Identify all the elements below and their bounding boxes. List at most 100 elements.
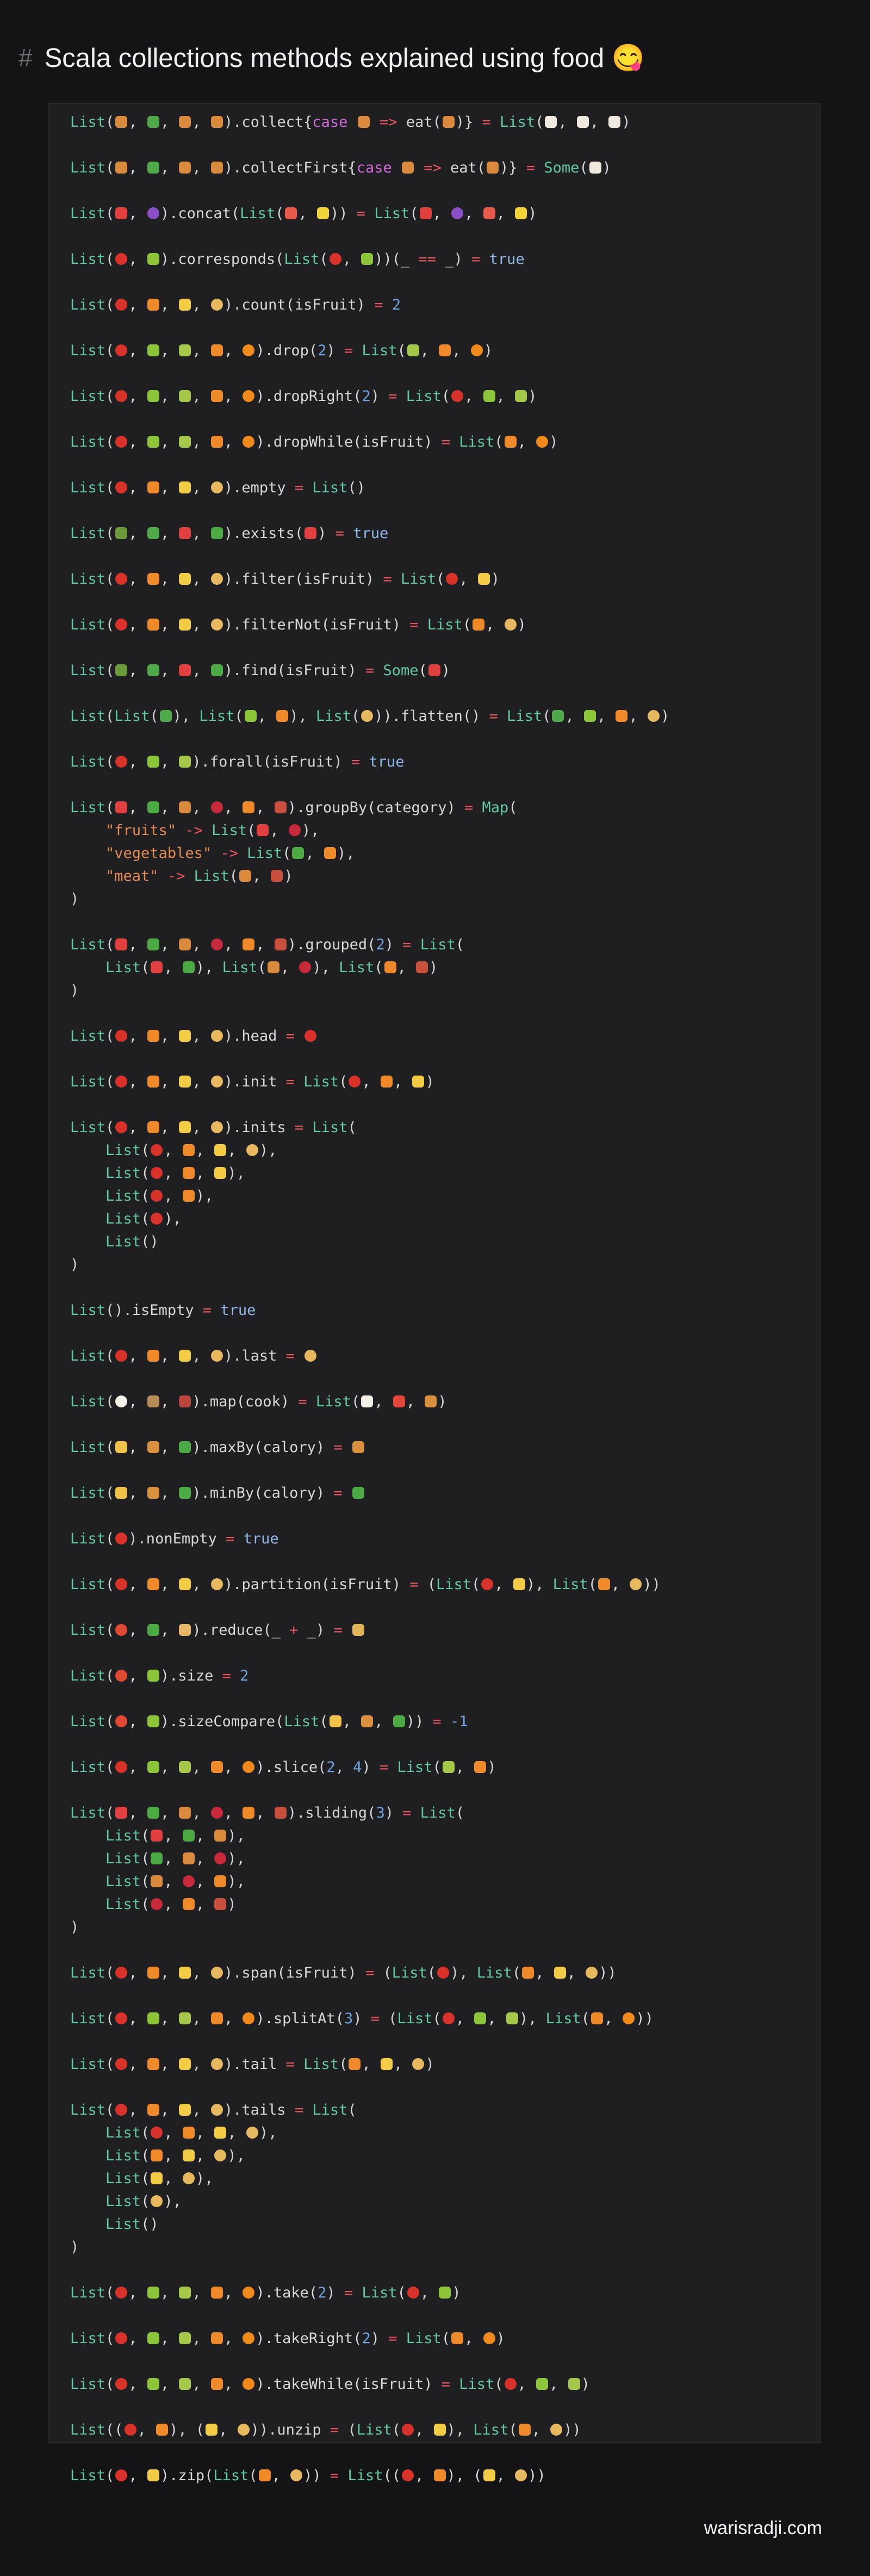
code-token: List [552, 1576, 588, 1593]
code-token: List [70, 1804, 106, 1821]
carrot-icon [210, 2332, 223, 2344]
strawberry-icon [115, 1807, 128, 1819]
code-token: ), [312, 959, 339, 976]
code-token: , [160, 1576, 178, 1593]
code-token: List [406, 387, 442, 405]
code-token: ) [425, 2055, 434, 2073]
code-token: = [365, 662, 383, 679]
code-token: = [333, 1484, 351, 1502]
code-line: List(, , ) [70, 1893, 810, 1916]
code-token: , [128, 1347, 146, 1364]
code-token: ( [105, 205, 115, 222]
code-token: 2 [362, 2330, 371, 2347]
code-token: 2 [376, 936, 385, 953]
carrot-icon [210, 2012, 223, 2024]
carrot-icon [439, 344, 451, 356]
carrot-icon [258, 2469, 271, 2481]
code-token: ) [602, 159, 611, 176]
code-token: List [70, 1027, 106, 1045]
code-token: List [315, 1393, 351, 1410]
code-token: ).partition(isFruit) [223, 1576, 410, 1593]
code-token: , [496, 205, 514, 222]
code-token: ).size [160, 1667, 222, 1684]
code-line: List(, , , , ).takeRight(2) = List(, ) [70, 2327, 810, 2350]
onion-icon [550, 2424, 563, 2436]
code-token: ) [425, 1073, 434, 1090]
code-token: List [114, 707, 150, 725]
code-token: , [252, 867, 270, 885]
code-token: , [128, 1027, 146, 1045]
code-token: ( [397, 342, 406, 359]
code-token: , [128, 479, 146, 496]
code-token: = [402, 936, 420, 953]
carrot-icon [147, 619, 159, 631]
code-line: List(List(), List(, ), List()).flatten()… [70, 705, 810, 727]
code-token: true [369, 753, 405, 770]
code-line: List(, , ).map(cook) = List(, , ) [70, 1390, 810, 1413]
code-token: List [70, 1667, 106, 1684]
code-token: , [464, 205, 482, 222]
carrot-icon [147, 299, 159, 311]
code-token: ( [471, 1576, 481, 1593]
carrot-icon [182, 1167, 195, 1179]
code-line: List(, , , ).filter(isFruit) = List(, ) [70, 567, 810, 590]
code-token: List [70, 2421, 106, 2438]
code-token: List [70, 387, 106, 405]
cheese-icon [115, 1441, 128, 1453]
pear-icon [407, 344, 419, 356]
code-token: ).empty [223, 479, 295, 496]
cucumber-icon [393, 1715, 405, 1727]
apple-icon [446, 573, 458, 585]
code-token: ), [227, 1873, 245, 1890]
code-token: ) [353, 2010, 371, 2027]
code-token: , [160, 1804, 178, 1821]
code-token: ( [494, 2375, 504, 2393]
code-token: , [420, 2284, 438, 2301]
code-token: List [400, 570, 436, 588]
code-token: ( [105, 2101, 115, 2118]
drumstick-icon [267, 961, 279, 973]
code-token: , [192, 113, 210, 131]
code-token: , [192, 2284, 210, 2301]
code-token: , [160, 616, 178, 633]
code-token: ).grouped( [287, 936, 376, 953]
code-token: , [227, 1141, 245, 1159]
code-token: List [247, 844, 283, 862]
code-token: List [70, 1438, 106, 1456]
code-token: => [414, 159, 450, 176]
code-token: List [70, 1073, 106, 1090]
code-token: , [128, 1119, 146, 1136]
code-token: = [330, 2467, 348, 2484]
onion-icon [504, 619, 517, 631]
code-token: ( [229, 867, 238, 885]
orange-icon [243, 2287, 255, 2299]
code-token: ( [141, 1187, 150, 1204]
code-token: 4 [353, 1758, 362, 1776]
code-token: List [70, 296, 106, 313]
carrot-icon [210, 344, 223, 356]
code-token: 2 [318, 2284, 327, 2301]
code-token: ), [289, 707, 316, 725]
code-line: List(, , , , ).splitAt(3) = (List(, , ),… [70, 2007, 810, 2030]
code-lines: List(, , , ).collect{case => eat()} = Li… [70, 110, 810, 2487]
onion-icon [210, 2058, 223, 2070]
orange-icon [623, 2012, 635, 2024]
strawberry-icon [304, 527, 317, 539]
code-token: , [128, 2330, 146, 2347]
code-token: , [128, 1964, 146, 1981]
drumstick-icon [151, 1875, 163, 1887]
code-line: List(, ).zip(List(, )) = List((, ), (, )… [70, 2464, 810, 2487]
code-token: ( [105, 2284, 115, 2301]
carrot-icon [147, 1030, 159, 1042]
code-line: List(, , ).minBy(calory) = [70, 1481, 810, 1504]
onion-icon [210, 1967, 223, 1979]
code-token: , [256, 1804, 274, 1821]
strawberry-icon [115, 938, 128, 950]
code-token: , [128, 296, 146, 313]
code-token: , [192, 2375, 210, 2393]
